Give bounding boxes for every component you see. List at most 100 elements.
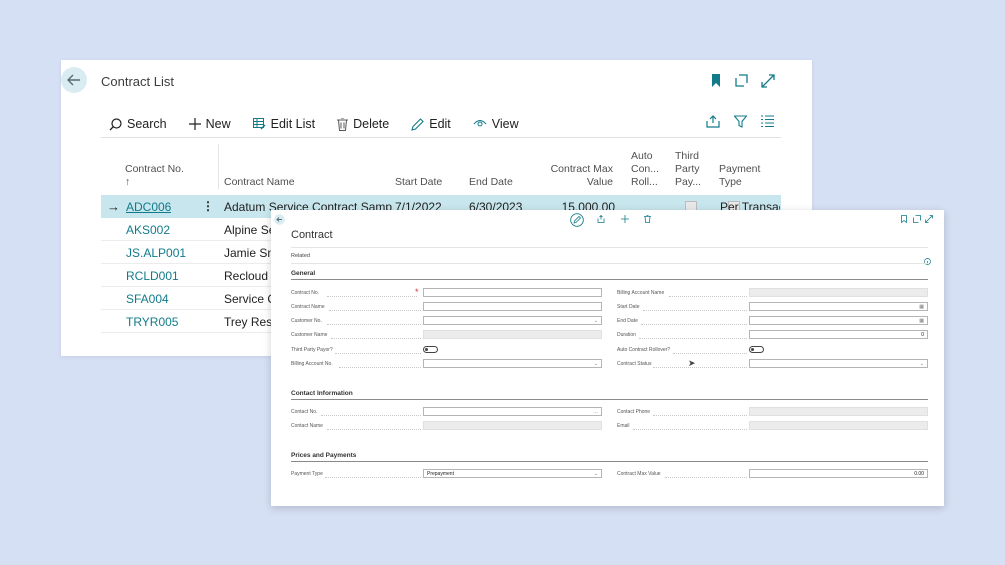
list-view-icon[interactable] [761, 115, 774, 130]
field-leader [325, 477, 421, 478]
contract-no-link[interactable]: JS.ALP001 [126, 246, 186, 260]
email-label: Email [617, 423, 630, 429]
edit-button[interactable]: Edit [411, 117, 451, 131]
back-arrow-icon [67, 74, 80, 86]
contract-name-input[interactable] [423, 302, 602, 311]
search-icon [109, 117, 122, 131]
open-new-window-icon[interactable] [913, 215, 921, 225]
contract-no-input[interactable] [423, 288, 602, 297]
section-divider [291, 461, 928, 462]
column-header-contract-max-value[interactable]: Contract Max Value [549, 163, 613, 189]
contact-no-label: Contact No. [291, 409, 318, 415]
new-button[interactable]: New [188, 117, 231, 131]
column-header-start-date[interactable]: Start Date [395, 176, 442, 189]
bookmark-icon[interactable] [711, 74, 721, 90]
view-button[interactable]: View [473, 117, 519, 131]
contract-max-value-input[interactable]: 0.00 [749, 469, 928, 478]
edit-icon[interactable] [570, 213, 584, 229]
billing-account-no-select[interactable]: ⌄ [423, 359, 602, 368]
billing-account-name-field [749, 288, 928, 297]
required-asterisk: * [415, 287, 419, 297]
section-divider [291, 399, 928, 400]
duration-label: Duration [617, 332, 636, 338]
edit-list-label: Edit List [270, 117, 316, 131]
field-leader [331, 338, 421, 339]
field-leader [335, 353, 421, 354]
chevron-down-icon: ⌄ [919, 360, 924, 367]
trash-icon [337, 117, 349, 131]
contract-status-select[interactable]: ⌄ [749, 359, 928, 368]
share-icon[interactable] [597, 214, 605, 225]
collapse-icon[interactable] [925, 215, 933, 225]
field-leader [669, 296, 747, 297]
column-header-payment-type[interactable]: Payment Type [719, 163, 760, 189]
eye-icon [473, 119, 487, 129]
section-prices-and-payments[interactable]: Prices and Payments [291, 452, 356, 459]
contact-name-field [423, 421, 602, 430]
field-leader [653, 367, 747, 368]
filter-icon[interactable] [733, 115, 748, 131]
column-header-auto-rollover[interactable]: Auto Con... Roll... [631, 150, 659, 189]
email-field [749, 421, 928, 430]
related-divider [291, 263, 928, 264]
edit-list-button[interactable]: Edit List [252, 117, 316, 131]
field-leader [653, 415, 747, 416]
third-party-payor-toggle[interactable] [423, 346, 438, 353]
column-header-third-party-payor[interactable]: Third Party Pay... [675, 150, 701, 189]
row-actions-icon[interactable]: ⋮ [202, 199, 214, 213]
related-menu[interactable]: Related [291, 253, 310, 259]
title-divider [291, 247, 928, 248]
search-button[interactable]: Search [109, 117, 167, 131]
back-button[interactable] [61, 67, 87, 93]
expand-icon[interactable] [761, 74, 775, 91]
start-date-input[interactable]: ▦ [749, 302, 928, 311]
contract-no-link[interactable]: TRYR005 [126, 315, 178, 329]
share-icon[interactable] [706, 115, 720, 131]
column-header-end-date[interactable]: End Date [469, 176, 513, 189]
chevron-down-icon: ⌄ [593, 360, 598, 367]
column-header-contract-name[interactable]: Contract Name [224, 176, 295, 189]
plus-icon[interactable] [621, 215, 629, 225]
field-leader [665, 477, 747, 478]
section-contact-information[interactable]: Contact Information [291, 390, 353, 397]
end-date-label: End Date [617, 318, 638, 324]
column-header-contract-no[interactable]: Contract No. ↑ [125, 163, 184, 189]
calendar-icon[interactable]: ▦ [919, 318, 924, 324]
field-leader [673, 353, 747, 354]
delete-button[interactable]: Delete [337, 117, 389, 131]
calendar-icon[interactable]: ▦ [919, 304, 924, 310]
end-date-input[interactable]: ▦ [749, 316, 928, 325]
info-icon[interactable] [924, 252, 931, 270]
third-party-payor-label: Third Party Payor? [291, 347, 333, 353]
field-leader [639, 338, 747, 339]
contract-no-link[interactable]: AKS002 [126, 223, 170, 237]
back-icon[interactable] [274, 214, 285, 227]
contract-no-link[interactable]: SFA004 [126, 292, 169, 306]
bookmark-icon[interactable] [901, 215, 907, 225]
contact-phone-label: Contact Phone [617, 409, 651, 415]
contract-status-label: Contract Status [617, 361, 652, 367]
row-selected-arrow-icon: → [107, 199, 120, 214]
trash-icon[interactable] [644, 214, 651, 225]
contract-name-label: Contract Name [291, 304, 325, 310]
payment-type-select[interactable]: Prepayment ⌄ [423, 469, 602, 478]
field-leader [329, 310, 421, 311]
contact-no-lookup[interactable]: … [423, 407, 602, 416]
ellipsis-icon[interactable]: … [593, 409, 598, 415]
column-divider [218, 144, 219, 189]
duration-input[interactable]: 0 [749, 330, 928, 339]
contract-no-link[interactable]: ADC006 [126, 200, 171, 214]
billing-account-no-label: Billing Account No. [291, 361, 333, 367]
customer-no-select[interactable]: ⌄ [423, 316, 602, 325]
auto-contract-rollover-toggle[interactable] [749, 346, 764, 353]
contract-card-window: Contract Related General Contract No. * … [271, 210, 944, 506]
section-general[interactable]: General [291, 270, 315, 277]
section-divider [291, 279, 928, 280]
field-leader [641, 324, 747, 325]
open-new-window-icon[interactable] [735, 74, 748, 90]
billing-account-name-label: Billing Account Name [617, 290, 665, 296]
pencil-icon [411, 117, 425, 131]
contact-phone-field [749, 407, 928, 416]
contract-no-link[interactable]: RCLD001 [126, 269, 179, 283]
field-leader [327, 296, 417, 297]
